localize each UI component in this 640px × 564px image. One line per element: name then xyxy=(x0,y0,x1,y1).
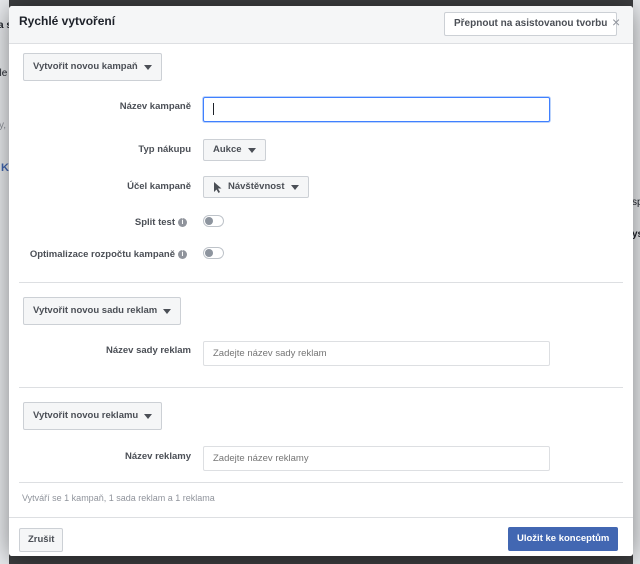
background-strip xyxy=(0,0,9,564)
background-text: ale xyxy=(0,68,8,79)
caret-down-icon xyxy=(143,64,152,70)
budget-optimization-text: Optimalizace rozpočtu kampaně xyxy=(29,249,175,260)
purchase-type-dropdown[interactable]: Aukce xyxy=(203,139,266,161)
create-campaign-label: Vytvořit novou kampaň xyxy=(33,61,138,72)
background-text: K xyxy=(1,162,9,174)
purchase-type-value: Aukce xyxy=(213,144,242,155)
dialog-title: Rychlé vytvoření xyxy=(19,14,116,28)
create-adset-label: Vytvořit novou sadu reklam xyxy=(33,305,158,316)
info-icon[interactable]: i xyxy=(178,249,187,259)
quick-create-dialog: Rychlé vytvoření Přepnout na asistovanou… xyxy=(9,6,633,556)
text-cursor xyxy=(213,103,214,116)
section-divider xyxy=(19,482,623,483)
campaign-objective-value: Návštěvnost xyxy=(228,181,285,192)
switch-to-guided-button[interactable]: Přepnout na asistovanou tvorbu xyxy=(444,12,618,36)
create-campaign-dropdown[interactable]: Vytvořit novou kampaň xyxy=(23,53,162,81)
create-ad-label: Vytvořit novou reklamu xyxy=(33,410,139,421)
caret-down-icon xyxy=(163,308,172,314)
background-strip xyxy=(633,0,640,564)
create-ad-dropdown[interactable]: Vytvořit novou reklamu xyxy=(23,402,163,430)
cursor-arrow-icon xyxy=(214,181,222,193)
split-test-text: Split test xyxy=(134,217,175,228)
ad-name-label: Název reklamy xyxy=(124,451,191,462)
ad-name-input[interactable] xyxy=(203,446,550,471)
caret-down-icon xyxy=(144,413,153,419)
section-divider xyxy=(19,282,623,283)
background-text: sp xyxy=(632,197,640,208)
background-text: y, xyxy=(0,120,7,131)
close-icon[interactable]: × xyxy=(612,14,620,30)
budget-optimization-toggle[interactable] xyxy=(203,247,224,259)
campaign-name-label: Název kampaně xyxy=(119,101,191,112)
save-to-drafts-button[interactable]: Uložit ke konceptům xyxy=(508,527,619,551)
purchase-type-label: Typ nákupu xyxy=(138,144,191,155)
create-adset-dropdown[interactable]: Vytvořit novou sadu reklam xyxy=(23,297,182,325)
caret-down-icon xyxy=(290,184,299,190)
caret-down-icon xyxy=(247,147,256,153)
budget-optimization-label: Optimalizace rozpočtu kampaně i xyxy=(19,249,187,260)
toggle-knob xyxy=(205,249,213,257)
cancel-button[interactable]: Zrušit xyxy=(19,528,64,552)
adset-name-input[interactable] xyxy=(203,341,550,366)
campaign-objective-label: Účel kampaně xyxy=(127,181,191,192)
creation-summary: Vytváří se 1 kampaň, 1 sada reklam a 1 r… xyxy=(22,493,215,503)
adset-name-label: Název sady reklam xyxy=(105,345,191,356)
split-test-label: Split test i xyxy=(89,217,187,228)
info-icon[interactable]: i xyxy=(178,217,187,227)
campaign-objective-dropdown[interactable]: Návštěvnost xyxy=(203,176,309,198)
dialog-footer: Zrušit Uložit ke konceptům xyxy=(9,517,633,556)
toggle-knob xyxy=(205,217,213,225)
dialog-header: Rychlé vytvoření Přepnout na asistovanou… xyxy=(9,6,633,44)
background-text: ys xyxy=(632,229,640,240)
section-divider xyxy=(19,387,623,388)
split-test-toggle[interactable] xyxy=(203,215,224,227)
campaign-name-input[interactable] xyxy=(203,97,550,122)
